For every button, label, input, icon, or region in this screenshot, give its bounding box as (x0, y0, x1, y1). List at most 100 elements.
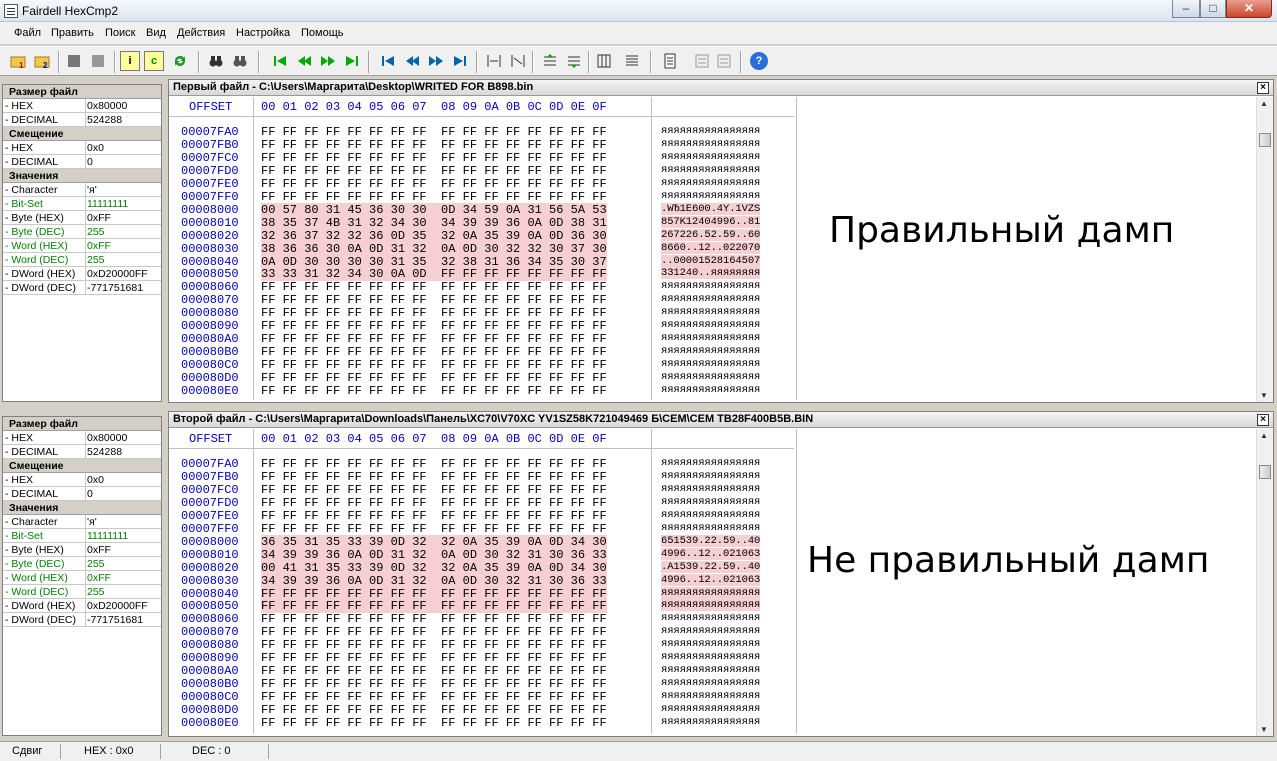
ascii-row[interactable]: яяяяяяяяяяяяяяяя (661, 345, 760, 357)
offset-cell[interactable]: 000080D0 (181, 371, 247, 385)
scroll-thumb[interactable] (1259, 133, 1271, 147)
ascii-row[interactable]: яяяяяяяяяяяяяяяя (661, 586, 760, 599)
sync-right-icon[interactable] (508, 51, 528, 71)
offset-cell[interactable]: 000080C0 (181, 358, 247, 372)
ascii-row[interactable]: яяяяяяяяяяяяяяяя (661, 319, 760, 331)
offset-cell[interactable]: 00008030 (181, 242, 247, 256)
property-row[interactable]: - Word (HEX) 0xFF (3, 239, 161, 253)
ascii-row[interactable]: 267226.52.59..60 (661, 228, 760, 241)
ascii-row[interactable]: 857K12404996..81 (661, 215, 760, 228)
hex-bytes-row[interactable]: 38 35 37 4B 31 32 34 30 34 39 39 36 0A 0… (261, 215, 607, 230)
close-pane-icon[interactable]: × (1257, 82, 1269, 94)
stop-icon[interactable] (64, 51, 84, 71)
offset-cell[interactable]: 00008050 (181, 599, 247, 613)
menu-search[interactable]: Поиск (105, 27, 135, 39)
hex-bytes-row[interactable]: 34 39 39 36 0A 0D 31 32 0A 0D 30 32 31 3… (261, 547, 607, 562)
menu-edit[interactable]: Править (51, 27, 94, 39)
align-down-icon[interactable] (564, 51, 584, 71)
hex-bytes-row[interactable]: FF FF FF FF FF FF FF FF FF FF FF FF FF F… (261, 306, 607, 320)
hex-bytes-row[interactable]: FF FF FF FF FF FF FF FF FF FF FF FF FF F… (261, 496, 607, 510)
offset-cell[interactable]: 00008080 (181, 638, 247, 652)
hex-bytes-row[interactable]: FF FF FF FF FF FF FF FF FF FF FF FF FF F… (261, 638, 607, 652)
stop2-icon[interactable] (88, 51, 108, 71)
ascii-row[interactable]: яяяяяяяяяяяяяяяя (661, 638, 760, 650)
property-row[interactable]: - Bit-Set 11111111 (3, 529, 161, 543)
offset-cell[interactable]: 000080A0 (181, 332, 247, 346)
hex-bytes-row[interactable]: FF FF FF FF FF FF FF FF FF FF FF FF FF F… (261, 716, 607, 730)
ascii-row[interactable]: яяяяяяяяяяяяяяяя (661, 716, 760, 728)
hex-bytes-row[interactable]: FF FF FF FF FF FF FF FF FF FF FF FF FF F… (261, 345, 607, 359)
offset-cell[interactable]: 000080B0 (181, 345, 247, 359)
hex-bytes-row[interactable]: 38 36 36 30 0A 0D 31 32 0A 0D 30 32 32 3… (261, 241, 607, 256)
hex-bytes-row[interactable]: FF FF FF FF FF FF FF FF FF FF FF FF FF F… (261, 190, 607, 204)
hex-bytes-row[interactable]: FF FF FF FF FF FF FF FF FF FF FF FF FF F… (261, 371, 607, 385)
hex-bytes-row[interactable]: FF FF FF FF FF FF FF FF FF FF FF FF FF F… (261, 125, 607, 139)
hex-bytes-row[interactable]: 00 41 31 35 33 39 0D 32 32 0A 35 39 0A 0… (261, 560, 607, 575)
ascii-row[interactable]: яяяяяяяяяяяяяяяя (661, 625, 760, 637)
property-row[interactable]: - Word (DEC) 255 (3, 585, 161, 599)
hex-bytes-row[interactable]: 0A 0D 30 30 30 30 31 35 32 38 31 36 34 3… (261, 254, 607, 269)
offset-cell[interactable]: 00007FF0 (181, 190, 247, 204)
offset-cell[interactable]: 00008010 (181, 548, 247, 562)
ascii-row[interactable]: яяяяяяяяяяяяяяяя (661, 151, 760, 163)
scroll-up-icon[interactable]: ▲ (1260, 431, 1268, 440)
offset-cell[interactable]: 000080E0 (181, 384, 247, 398)
offset-cell[interactable]: 00008080 (181, 306, 247, 320)
menu-help[interactable]: Помощь (301, 27, 344, 39)
list-icon[interactable] (622, 51, 642, 71)
hex-bytes-row[interactable]: FF FF FF FF FF FF FF FF FF FF FF FF FF F… (261, 384, 607, 398)
hex-bytes-row[interactable]: FF FF FF FF FF FF FF FF FF FF FF FF FF F… (261, 677, 607, 691)
offset-cell[interactable]: 00007FE0 (181, 177, 247, 191)
offset-cell[interactable]: 00007FA0 (181, 125, 247, 139)
scroll-thumb[interactable] (1259, 465, 1271, 479)
hex-bytes-row[interactable]: FF FF FF FF FF FF FF FF FF FF FF FF FF F… (261, 293, 607, 307)
property-row[interactable]: - DECIMAL 524288 (3, 113, 161, 127)
ascii-row[interactable]: 4996..12..021063 (661, 573, 760, 586)
property-row[interactable]: - HEX 0x0 (3, 473, 161, 487)
property-row[interactable]: - Word (DEC) 255 (3, 253, 161, 267)
hex-bytes-row[interactable]: FF FF FF FF FF FF FF FF FF FF FF FF FF F… (261, 586, 607, 601)
ascii-row[interactable]: яяяяяяяяяяяяяяяя (661, 332, 760, 344)
sync-left-icon[interactable] (484, 51, 504, 71)
info-icon[interactable]: i (120, 51, 140, 71)
offset-cell[interactable]: 00007FD0 (181, 164, 247, 178)
ascii-row[interactable]: яяяяяяяяяяяяяяяя (661, 384, 760, 396)
property-row[interactable]: - Bit-Set 11111111 (3, 197, 161, 211)
property-row[interactable]: - DWord (HEX) 0xD20000FF (3, 599, 161, 613)
offset-cell[interactable]: 00007FF0 (181, 522, 247, 536)
property-row[interactable]: - HEX 0x0 (3, 141, 161, 155)
first-diff-icon[interactable] (270, 51, 290, 71)
next-diff-icon[interactable] (318, 51, 338, 71)
hex-bytes-row[interactable]: FF FF FF FF FF FF FF FF FF FF FF FF FF F… (261, 625, 607, 639)
close-pane-icon[interactable]: × (1257, 414, 1269, 426)
ascii-row[interactable]: .WЂ1E600.4Y.1VZS (661, 202, 760, 215)
open-file2-icon[interactable]: 2 (32, 51, 52, 71)
last-diff-icon[interactable] (342, 51, 362, 71)
ascii-row[interactable]: яяяяяяяяяяяяяяяя (661, 690, 760, 702)
offset-cell[interactable]: 00008090 (181, 651, 247, 665)
next-block-icon[interactable] (426, 51, 446, 71)
menu-file[interactable]: Файл (14, 27, 41, 39)
merge-icon[interactable] (692, 51, 712, 71)
minimize-button[interactable]: – (1172, 0, 1200, 18)
ascii-row[interactable]: яяяяяяяяяяяяяяяя (661, 612, 760, 624)
hex-bytes-row[interactable]: FF FF FF FF FF FF FF FF FF FF FF FF FF F… (261, 358, 607, 372)
ascii-row[interactable]: яяяяяяяяяяяяяяяя (661, 703, 760, 715)
hex-bytes-row[interactable]: FF FF FF FF FF FF FF FF FF FF FF FF FF F… (261, 457, 607, 471)
hex-bytes-row[interactable]: FF FF FF FF FF FF FF FF FF FF FF FF FF F… (261, 664, 607, 678)
offset-cell[interactable]: 00008090 (181, 319, 247, 333)
hex-bytes-row[interactable]: FF FF FF FF FF FF FF FF FF FF FF FF FF F… (261, 177, 607, 191)
ascii-row[interactable]: яяяяяяяяяяяяяяяя (661, 509, 760, 521)
hex-bytes-row[interactable]: FF FF FF FF FF FF FF FF FF FF FF FF FF F… (261, 332, 607, 346)
offset-cell[interactable]: 00008040 (181, 255, 247, 269)
offset-cell[interactable]: 00007FA0 (181, 457, 247, 471)
ascii-row[interactable]: яяяяяяяяяяяяяяяя (661, 470, 760, 482)
close-button[interactable]: ✕ (1226, 0, 1272, 18)
compare-icon[interactable]: c (144, 51, 164, 71)
hex-bytes-row[interactable]: 36 35 31 35 33 39 0D 32 32 0A 35 39 0A 0… (261, 534, 607, 549)
ascii-row[interactable]: яяяяяяяяяяяяяяяя (661, 125, 760, 137)
offset-cell[interactable]: 00008040 (181, 587, 247, 601)
offset-cell[interactable]: 000080D0 (181, 703, 247, 717)
ascii-row[interactable]: яяяяяяяяяяяяяяяя (661, 371, 760, 383)
refresh-icon[interactable] (170, 51, 190, 71)
